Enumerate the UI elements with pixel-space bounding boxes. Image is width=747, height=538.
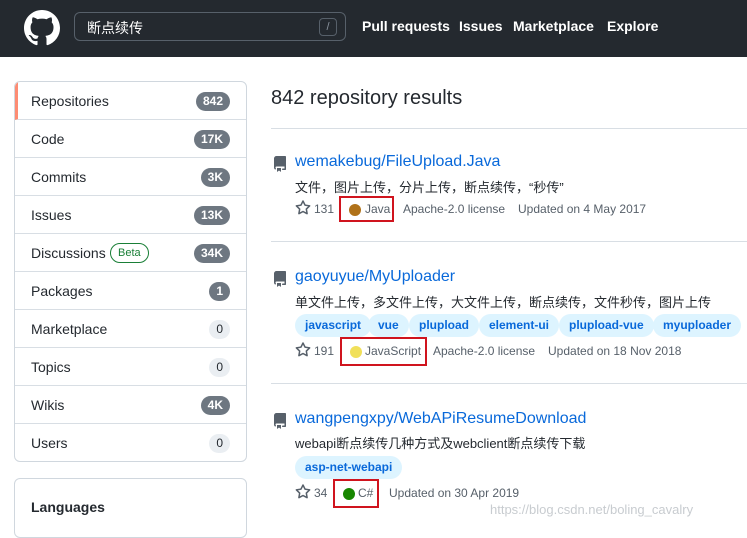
language-name: Java — [365, 202, 391, 216]
count-badge: 4K — [200, 396, 230, 415]
nav-issues[interactable]: Issues — [459, 18, 503, 34]
count-badge: 17K — [193, 130, 230, 149]
count-badge: 34K — [193, 244, 230, 263]
count-badge: 0 — [209, 434, 230, 453]
sidebar-item-packages[interactable]: Packages 1 — [15, 272, 246, 310]
sidebar-item-commits[interactable]: Commits 3K — [15, 158, 246, 196]
search-type-filter-menu: Repositories 842 Code 17K Commits 3K Iss… — [14, 81, 247, 462]
repo-description: webapi断点续传几种方式及webclient断点续传下载 — [295, 436, 586, 451]
repo-description: 单文件上传，多文件上传，大文件上传，断点续传，文件秒传，图片上传 — [295, 295, 712, 310]
language-name: JavaScript — [365, 344, 422, 358]
language-name: C# — [358, 486, 374, 500]
updated-date: Updated on 4 May 2017 — [518, 202, 647, 216]
search-input[interactable]: 断点续传 / — [74, 12, 346, 41]
count-badge: 0 — [209, 320, 230, 339]
updated-date: Updated on 18 Nov 2018 — [548, 344, 682, 358]
search-value: 断点续传 — [87, 20, 143, 36]
language-color-dot — [349, 204, 361, 216]
topic-tag[interactable]: plupload — [409, 314, 479, 337]
topic-tag[interactable]: asp-net-webapi — [295, 456, 403, 479]
divider — [271, 128, 747, 129]
github-logo-icon[interactable] — [24, 10, 60, 46]
sidebar-item-label: Packages — [31, 283, 93, 299]
sidebar-item-label: Users — [31, 435, 68, 451]
language-color-dot — [350, 346, 362, 358]
updated-date: Updated on 30 Apr 2019 — [389, 486, 520, 500]
sidebar-item-issues[interactable]: Issues 13K — [15, 196, 246, 234]
results-heading: 842 repository results — [271, 87, 463, 109]
sidebar-item-label: Topics — [31, 359, 71, 375]
license: Apache-2.0 license — [403, 202, 506, 216]
count-badge: 1 — [209, 282, 230, 301]
star-icon[interactable] — [295, 484, 311, 500]
count-badge: 0 — [209, 358, 230, 377]
license: Apache-2.0 license — [433, 344, 536, 358]
repo-description: 文件，图片上传，分片上传，断点续传，“秒传” — [295, 180, 564, 195]
star-icon[interactable] — [295, 200, 311, 216]
sidebar-item-marketplace[interactable]: Marketplace 0 — [15, 310, 246, 348]
topic-tag[interactable]: plupload-vue — [559, 314, 654, 337]
divider — [271, 383, 747, 384]
repo-link[interactable]: gaoyuyue/MyUploader — [295, 268, 455, 286]
beta-badge: Beta — [110, 243, 149, 263]
sidebar-item-label: Discussions — [31, 245, 106, 261]
sidebar-item-label: Commits — [31, 169, 87, 185]
sidebar-item-repositories[interactable]: Repositories 842 — [15, 82, 246, 120]
count-badge: 13K — [193, 206, 230, 225]
language-highlight: JavaScript — [340, 337, 427, 366]
sidebar-item-wikis[interactable]: Wikis 4K — [15, 386, 246, 424]
language-color-dot — [343, 488, 355, 500]
top-navigation-bar: 断点续传 / Pull requests Issues Marketplace … — [0, 0, 747, 57]
sidebar-item-code[interactable]: Code 17K — [15, 120, 246, 158]
sidebar-item-label: Wikis — [31, 397, 65, 413]
nav-explore[interactable]: Explore — [607, 18, 658, 34]
sidebar-item-label: Code — [31, 131, 65, 147]
repo-icon — [274, 156, 286, 172]
watermark-text: https://blog.csdn.net/boling_cavalry — [490, 502, 694, 517]
repo-link[interactable]: wemakebug/FileUpload.Java — [295, 153, 500, 171]
star-icon[interactable] — [295, 342, 311, 358]
nav-marketplace[interactable]: Marketplace — [513, 18, 594, 34]
sidebar-item-topics[interactable]: Topics 0 — [15, 348, 246, 386]
languages-panel: Languages — [14, 478, 247, 538]
repo-icon — [274, 271, 286, 287]
topic-tag[interactable]: vue — [368, 314, 409, 337]
sidebar-item-users[interactable]: Users 0 — [15, 424, 246, 461]
nav-pull-requests[interactable]: Pull requests — [362, 18, 450, 34]
count-badge: 3K — [200, 168, 230, 187]
sidebar-item-label: Repositories — [31, 93, 109, 109]
languages-title: Languages — [31, 499, 105, 515]
divider — [271, 241, 747, 242]
repo-link[interactable]: wangpengxpy/WebAPiResumeDownload — [295, 410, 586, 428]
topic-tag[interactable]: element-ui — [479, 314, 560, 337]
search-shortcut-hint: / — [319, 18, 337, 36]
count-badge: 842 — [195, 92, 230, 111]
star-count: 191 — [314, 344, 335, 358]
topic-tag[interactable]: javascript — [295, 314, 372, 337]
language-highlight: Java — [339, 196, 394, 222]
sidebar-item-label: Marketplace — [31, 321, 108, 337]
topic-tag[interactable]: myuploader — [653, 314, 742, 337]
star-count: 34 — [314, 486, 328, 500]
sidebar-item-label: Issues — [31, 207, 72, 223]
star-count: 131 — [314, 202, 335, 216]
sidebar-item-discussions[interactable]: Discussions Beta 34K — [15, 234, 246, 272]
language-highlight: C# — [333, 479, 379, 508]
repo-icon — [274, 413, 286, 429]
